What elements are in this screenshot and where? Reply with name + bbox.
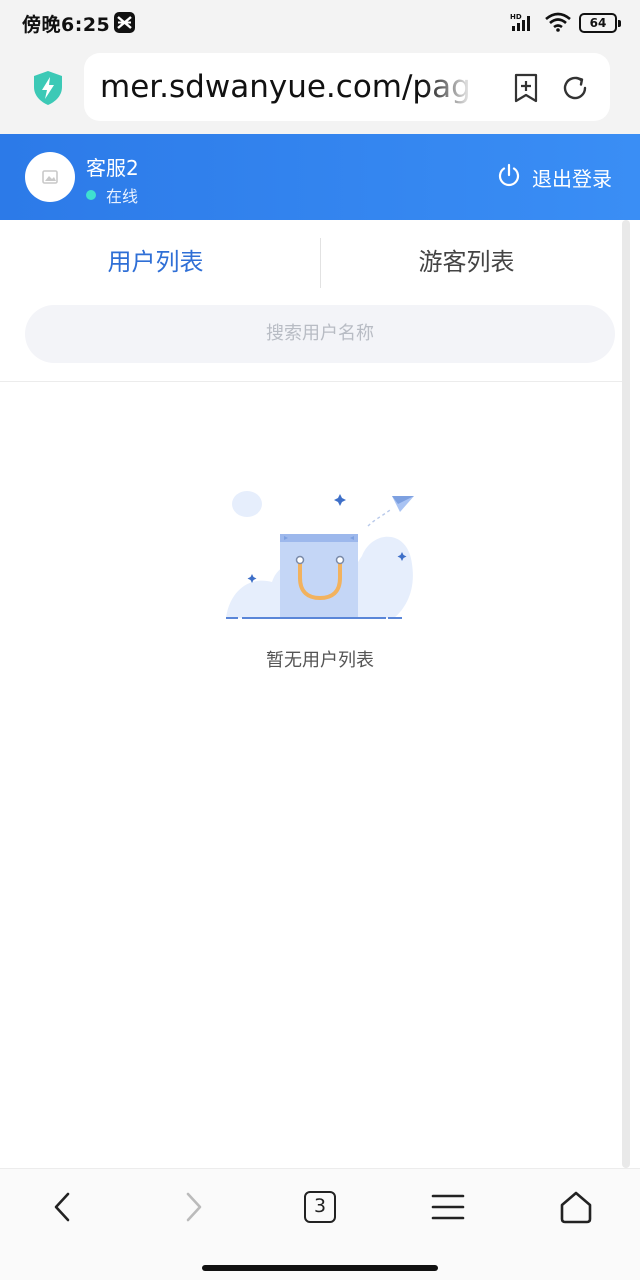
empty-state-message: 暂无用户列表	[266, 650, 374, 671]
home-indicator[interactable]	[202, 1265, 438, 1271]
forward-button[interactable]	[166, 1185, 222, 1229]
sparkle-icon	[334, 494, 346, 506]
home-button[interactable]	[548, 1185, 604, 1229]
list-divider	[0, 381, 622, 382]
tab-guest-list[interactable]: 游客列表	[311, 220, 622, 304]
scrollbar[interactable]	[622, 220, 630, 1168]
home-icon	[560, 1191, 592, 1224]
status-bar: 傍晚6:25 HD 64	[0, 0, 640, 44]
reload-icon[interactable]	[560, 73, 590, 107]
menu-icon	[431, 1194, 465, 1220]
address-bar[interactable]: mer.sdwanyue.com/pag	[84, 53, 610, 121]
tabs-button[interactable]: 3	[292, 1185, 348, 1229]
signal-icon: HD	[510, 12, 536, 36]
shopping-bag-icon	[280, 534, 358, 618]
back-icon	[54, 1192, 70, 1222]
search-input[interactable]	[25, 305, 615, 363]
avatar[interactable]	[25, 152, 75, 202]
online-status-label: 在线	[106, 187, 139, 206]
url-fade	[424, 63, 474, 111]
online-status-dot	[86, 190, 96, 200]
capcut-icon	[114, 12, 135, 33]
tabs-icon: 3	[304, 1191, 336, 1223]
battery-icon: 64	[579, 13, 621, 33]
wifi-icon	[544, 12, 572, 36]
agent-name: 客服2	[86, 156, 139, 180]
cloud-shape	[232, 491, 262, 517]
forward-icon	[186, 1192, 202, 1222]
empty-bag-illustration	[222, 486, 418, 626]
network-type-label: HD	[510, 13, 522, 21]
power-icon	[496, 162, 522, 192]
back-button[interactable]	[34, 1185, 90, 1229]
browser-toolbar: mer.sdwanyue.com/pag	[0, 44, 640, 134]
shield-icon[interactable]	[32, 70, 64, 110]
logout-button[interactable]: 退出登录	[496, 160, 612, 194]
status-time: 傍晚6:25	[22, 14, 111, 36]
list-tabs: 用户列表 游客列表	[0, 220, 622, 304]
bookmark-add-icon[interactable]	[512, 73, 540, 107]
tab-user-list[interactable]: 用户列表	[0, 220, 311, 304]
browser-bottom-nav: 3	[0, 1168, 640, 1280]
url-text[interactable]: mer.sdwanyue.com/pag	[100, 69, 468, 105]
app-header: 客服2 在线 退出登录	[0, 134, 640, 220]
logout-label: 退出登录	[532, 166, 612, 191]
menu-button[interactable]	[420, 1185, 476, 1229]
